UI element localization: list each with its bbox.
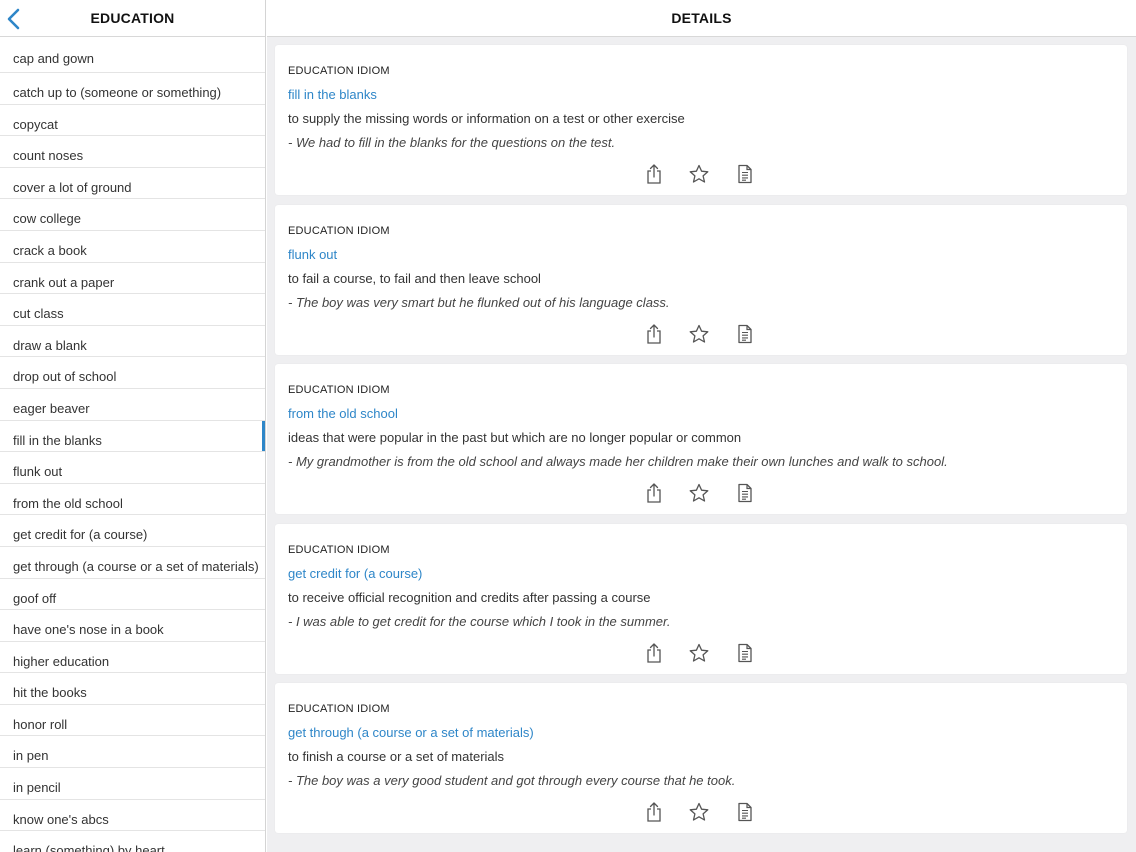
idiom-term-link[interactable]: from the old school xyxy=(288,406,398,421)
share-button[interactable] xyxy=(643,642,665,664)
favorite-button[interactable] xyxy=(688,801,710,823)
list-item[interactable]: drop out of school xyxy=(0,357,265,389)
idiom-card: EDUCATION IDIOM from the old school ideas … xyxy=(275,364,1127,515)
share-button[interactable] xyxy=(643,163,665,185)
document-icon xyxy=(738,164,752,184)
idiom-definition: to finish a course or a set of materials xyxy=(288,749,505,765)
notes-button[interactable] xyxy=(734,482,756,504)
details-title: DETAILS xyxy=(671,10,732,26)
favorite-button[interactable] xyxy=(688,323,710,345)
share-icon xyxy=(647,483,661,503)
idiom-card: EDUCATION IDIOM get through (a course or … xyxy=(275,683,1127,834)
notes-button[interactable] xyxy=(734,163,756,185)
list-item[interactable]: crack a book xyxy=(0,231,265,263)
star-icon xyxy=(689,803,709,822)
idiom-card: EDUCATION IDIOM get credit for (a course)… xyxy=(275,523,1127,674)
list-item[interactable]: in pen xyxy=(0,736,265,769)
list-item[interactable]: eager beaver xyxy=(0,389,265,421)
idiom-definition: to receive official recognition and cred… xyxy=(288,589,651,605)
document-icon xyxy=(738,643,752,662)
share-button[interactable] xyxy=(643,323,665,345)
list-item[interactable]: cap and gown xyxy=(0,37,265,73)
list-item[interactable]: draw a blank xyxy=(0,326,265,358)
list-item[interactable]: cut class xyxy=(0,294,265,326)
star-icon xyxy=(689,164,709,183)
category-label: EDUCATION IDIOM xyxy=(288,224,390,237)
category-label: EDUCATION IDIOM xyxy=(288,65,390,77)
idiom-card: EDUCATION IDIOM fill in the blanks to supp… xyxy=(275,45,1127,195)
list-item[interactable]: cow college xyxy=(0,199,265,231)
share-icon xyxy=(647,323,661,344)
list-item[interactable]: hit the books xyxy=(0,673,265,705)
sidebar: EDUCATION cap and gown catch up to (someo… xyxy=(0,0,266,852)
notes-button[interactable] xyxy=(734,642,756,664)
category-label: EDUCATION IDIOM xyxy=(288,543,390,556)
category-label: EDUCATION IDIOM xyxy=(288,703,390,716)
list-item[interactable]: flunk out xyxy=(0,452,265,484)
share-icon xyxy=(647,643,661,663)
idiom-definition: to fail a course, to fail and then leave… xyxy=(288,270,541,286)
list-item[interactable]: from the old school xyxy=(0,484,265,516)
idiom-example: - My grandmother is from the old school … xyxy=(288,454,948,470)
list-item[interactable]: copycat xyxy=(0,105,265,137)
idiom-term-link[interactable]: get credit for (a course) xyxy=(288,566,422,581)
favorite-button[interactable] xyxy=(688,642,710,664)
details-pane: DETAILS EDUCATION IDIOM fill in the blank… xyxy=(267,0,1136,852)
idiom-example: - The boy was very smart but he flunked … xyxy=(288,294,670,310)
idiom-example: - I was able to get credit for the cours… xyxy=(288,613,671,629)
document-icon xyxy=(738,803,752,822)
list-item[interactable]: fill in the blanks xyxy=(0,420,265,453)
share-button[interactable] xyxy=(643,801,665,823)
idiom-example: - We had to fill in the blanks for the q… xyxy=(288,135,616,150)
idiom-example: - The boy was a very good student and go… xyxy=(288,773,736,789)
share-icon xyxy=(647,802,661,823)
sidebar-title: EDUCATION xyxy=(90,10,175,26)
list-item[interactable]: have one's nose in a book xyxy=(0,610,265,642)
list-item[interactable]: in pencil xyxy=(0,768,265,800)
share-button[interactable] xyxy=(643,482,665,504)
idiom-term-link[interactable]: flunk out xyxy=(288,247,337,262)
idiom-definition: to supply the missing words or informati… xyxy=(288,111,685,126)
idiom-term-link[interactable]: fill in the blanks xyxy=(288,87,377,102)
star-icon xyxy=(689,643,709,662)
favorite-button[interactable] xyxy=(688,482,710,504)
list-item[interactable]: know one's abcs xyxy=(0,800,265,832)
sidebar-header: EDUCATION xyxy=(0,0,265,37)
favorite-button[interactable] xyxy=(688,163,710,185)
list-item[interactable]: get through (a course or a set of materi… xyxy=(0,547,265,579)
share-icon xyxy=(647,164,661,184)
list-item[interactable]: goof off xyxy=(0,579,265,611)
list-item[interactable]: crank out a paper xyxy=(0,263,265,295)
list-item[interactable]: catch up to (someone or something) xyxy=(0,73,265,105)
list-item[interactable]: get credit for (a course) xyxy=(0,515,265,547)
list-item[interactable]: count noses xyxy=(0,136,265,168)
category-label: EDUCATION IDIOM xyxy=(288,384,390,397)
document-icon xyxy=(738,484,752,503)
document-icon xyxy=(738,324,752,343)
list-item[interactable]: honor roll xyxy=(0,705,265,737)
idiom-term-link[interactable]: get through (a course or a set of materi… xyxy=(288,725,534,740)
idiom-card: EDUCATION IDIOM flunk out to fail a course… xyxy=(275,204,1127,355)
idiom-definition: ideas that were popular in the past but … xyxy=(288,430,742,446)
list-item[interactable]: cover a lot of ground xyxy=(0,168,265,200)
idiom-list: cap and gown catch up to (someone or some… xyxy=(0,37,265,852)
list-item[interactable]: learn (something) by heart xyxy=(0,831,265,852)
notes-button[interactable] xyxy=(734,323,756,345)
star-icon xyxy=(689,324,709,343)
list-item[interactable]: higher education xyxy=(0,642,265,674)
details-header: DETAILS xyxy=(267,0,1136,37)
star-icon xyxy=(689,484,709,502)
notes-button[interactable] xyxy=(734,801,756,823)
